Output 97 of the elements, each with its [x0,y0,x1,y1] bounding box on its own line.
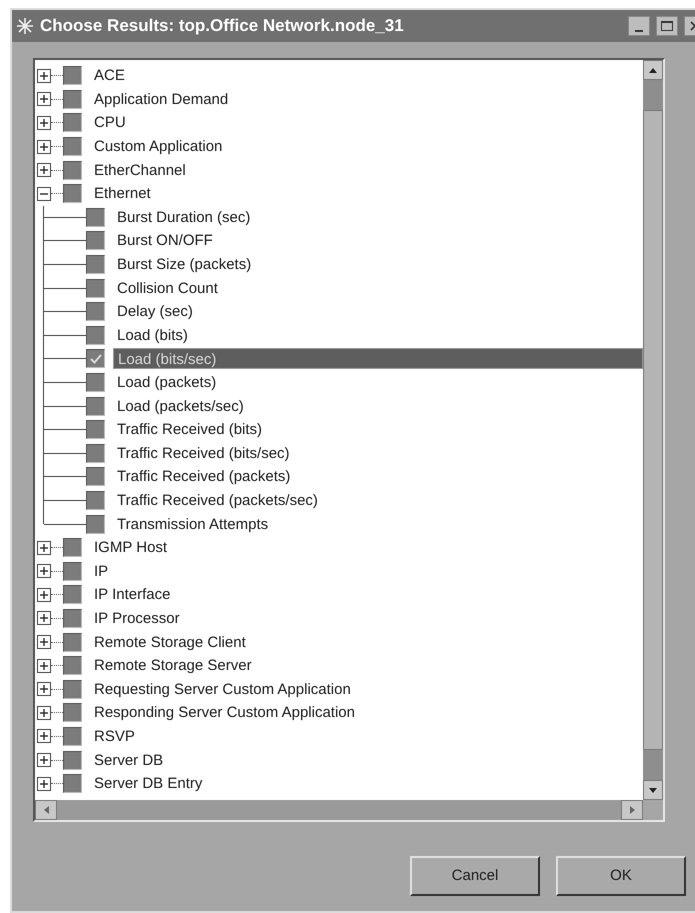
tree-item-label[interactable]: RSVP [94,726,135,747]
result-checkbox[interactable] [63,184,82,204]
result-checkbox[interactable] [63,585,82,604]
plus-icon[interactable] [37,68,51,83]
tree-item-label[interactable]: Traffic Received (bits/sec) [117,442,290,464]
result-checkbox[interactable] [63,656,82,676]
plus-icon[interactable] [37,753,51,768]
plus-icon[interactable] [37,706,51,720]
result-checkbox[interactable] [86,231,105,250]
plus-icon[interactable] [37,588,51,602]
tree-item-label[interactable]: Traffic Received (packets/sec) [117,490,318,511]
result-checkbox[interactable] [63,538,82,558]
ok-button[interactable]: OK [556,856,686,896]
result-checkbox[interactable] [63,562,82,581]
plus-icon[interactable] [37,682,51,696]
tree-item-label[interactable]: Burst ON/OFF [117,230,213,252]
result-checkbox[interactable] [86,326,105,345]
result-checkbox[interactable] [63,113,82,132]
minimize-button[interactable] [628,16,650,36]
tree-item-label[interactable]: IP [94,560,108,582]
tree-item-label[interactable]: Burst Size (packets) [117,254,252,276]
scroll-down-button[interactable] [643,780,663,800]
tree-item-label[interactable]: Custom Application [94,136,222,158]
tree-item-label[interactable]: Responding Server Custom Application [94,702,355,724]
scroll-up-button[interactable] [643,60,663,80]
tree-item-label[interactable]: Load (bits) [117,324,188,346]
plus-icon[interactable] [37,564,51,578]
tree-item-label[interactable]: Ethernet [94,183,151,204]
tree-item-label[interactable]: Server DB [94,750,164,771]
result-checkbox[interactable] [63,774,82,794]
tree-item-label[interactable]: IGMP Host [94,537,168,558]
left-arrow-icon [44,806,48,814]
scrollbar-corner [643,800,663,820]
plus-icon[interactable] [37,540,51,555]
maximize-button[interactable] [656,16,678,36]
plus-icon[interactable] [37,140,51,154]
tree-item-label[interactable]: Remote Storage Server [94,655,252,676]
maximize-icon [661,21,673,31]
result-checkbox[interactable] [86,208,105,227]
tree-item-label[interactable]: Collision Count [117,278,218,299]
plus-icon[interactable] [37,611,51,626]
result-checkbox[interactable] [86,490,105,510]
tree-item-label[interactable]: Traffic Received (bits) [117,419,262,440]
plus-icon[interactable] [37,658,51,673]
result-checkbox[interactable] [86,255,105,274]
tree-item-label[interactable]: IP Interface [94,584,170,606]
result-checkbox[interactable] [63,703,82,722]
result-checkbox[interactable] [86,444,105,463]
tree-item-label[interactable]: Remote Storage Client [94,632,246,653]
plus-icon[interactable] [37,776,51,791]
plus-icon[interactable] [37,163,51,178]
tree-item-label[interactable]: EtherChannel [94,160,186,181]
tree-item-label[interactable]: Burst Duration (sec) [117,206,250,228]
horizontal-scrollbar[interactable] [35,800,643,820]
result-checkbox[interactable] [86,349,105,368]
checkmark-icon [90,354,102,364]
tree-item-label[interactable]: Server DB Entry [94,773,202,794]
result-checkbox[interactable] [63,160,82,180]
result-checkbox[interactable] [63,750,82,770]
tree-item-label[interactable]: Delay (sec) [117,301,193,322]
scroll-left-button[interactable] [35,800,57,820]
result-checkbox[interactable] [86,396,105,416]
minimize-icon [635,30,643,32]
result-checkbox[interactable] [63,632,82,652]
tree-item-label[interactable]: Traffic Received (packets) [117,466,290,488]
plus-icon[interactable] [37,729,51,744]
tree-item-label[interactable]: Requesting Server Custom Application [94,678,351,700]
minus-icon[interactable] [37,186,51,201]
result-checkbox[interactable] [63,66,82,86]
right-arrow-icon [630,806,634,814]
result-checkbox[interactable] [63,137,82,156]
window-title: Choose Results: top.Office Network.node_31 [40,15,404,38]
tree-item-label[interactable]: Application Demand [94,88,228,110]
result-checkbox[interactable] [86,302,105,322]
tree-item-label[interactable]: Load (packets/sec) [117,396,244,417]
result-checkbox[interactable] [86,420,105,440]
result-checkbox[interactable] [86,278,105,298]
tree-item-label[interactable]: Transmission Attempts [117,514,268,535]
up-arrow-icon [649,68,657,72]
result-checkbox[interactable] [63,680,82,699]
tree-item-label[interactable]: Load (packets) [117,372,216,394]
tree-item-label[interactable]: Load (bits/sec) [113,348,643,370]
down-arrow-icon [649,788,657,792]
plus-icon[interactable] [37,92,51,106]
result-checkbox[interactable] [86,514,105,534]
cancel-button[interactable]: Cancel [410,856,540,896]
tree-item-label[interactable]: ACE [94,65,125,86]
plus-icon[interactable] [37,635,51,650]
result-checkbox[interactable] [86,373,105,392]
plus-icon[interactable] [37,116,51,130]
tree-item-label[interactable]: CPU [94,112,126,134]
result-checkbox[interactable] [63,608,82,628]
result-checkbox[interactable] [63,90,82,109]
tree-item-label[interactable]: IP Processor [94,608,180,629]
result-checkbox[interactable] [63,726,82,746]
result-checkbox[interactable] [86,467,105,486]
app-icon [16,17,34,35]
